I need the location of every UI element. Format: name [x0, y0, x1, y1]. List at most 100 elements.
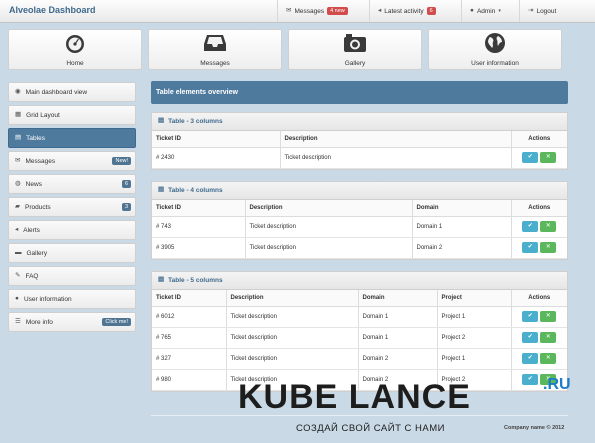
table-row: # 765 Ticket description Domain 1 Projec…: [152, 327, 567, 349]
logout-link[interactable]: ⇥ Logout: [519, 0, 572, 22]
check-icon[interactable]: ✔: [522, 221, 539, 232]
main-content: Table elements overview ▤ Table - 3 colu…: [151, 81, 568, 392]
close-icon[interactable]: ✕: [540, 221, 557, 232]
check-icon[interactable]: ✔: [522, 311, 539, 322]
sidebar-item-faq[interactable]: ✎ FAQ: [8, 266, 136, 286]
watermark-tagline: СОЗДАЙ СВОЙ САЙТ С НАМИ: [296, 423, 445, 434]
table-box-header: ▤ Table - 4 columns: [152, 182, 567, 200]
column-header: Project: [437, 290, 512, 307]
sidebar-item-label: Grid Layout: [26, 111, 60, 119]
logout-icon: ⇥: [528, 6, 534, 14]
actions-cell: ✔ ✕: [511, 327, 567, 349]
sidebar-item-tables[interactable]: ▤ Tables: [8, 128, 136, 148]
sidebar-item-products[interactable]: ▰ Products 3: [8, 197, 136, 217]
speedometer-icon: [9, 32, 141, 54]
sidebar-item-user-information[interactable]: ● User information: [8, 289, 136, 309]
column-header: Description: [226, 290, 359, 307]
quick-gallery[interactable]: Gallery: [288, 29, 422, 70]
sidebar-item-gallery[interactable]: ▬ Gallery: [8, 243, 136, 263]
sidebar-item-label: Alerts: [23, 226, 40, 234]
table-icon: ▤: [158, 117, 165, 125]
sidebar-item-messages[interactable]: ✉ Messages New!: [8, 151, 136, 171]
domain-cell: Domain 2: [412, 237, 512, 259]
project-cell: Project 1: [437, 348, 512, 370]
quick-messages[interactable]: Messages: [148, 29, 282, 70]
description-cell: Ticket description: [245, 237, 413, 259]
data-table: Ticket ID Description Domain Actions # 7…: [152, 200, 567, 259]
close-icon[interactable]: ✕: [540, 152, 557, 163]
table-box-header: ▤ Table - 5 columns: [152, 272, 567, 290]
ticket-id-cell: # 743: [152, 216, 246, 238]
quick-user-information-label: User information: [471, 60, 519, 67]
sidebar-item-label: Messages: [25, 157, 56, 165]
messages-label: Messages: [294, 7, 325, 15]
sidebar-item-news[interactable]: ◍ News 6: [8, 174, 136, 194]
quick-gallery-label: Gallery: [344, 60, 366, 67]
close-icon[interactable]: ✕: [540, 332, 557, 343]
column-header: Domain: [358, 290, 438, 307]
globe-icon: [429, 32, 561, 54]
column-header: Ticket ID: [152, 290, 227, 307]
messages-badge: 4 new: [327, 7, 348, 15]
admin-dropdown[interactable]: ● Admin ▾: [461, 0, 519, 22]
logout-label: Logout: [536, 7, 557, 15]
latest-activity-link[interactable]: ◂ Latest activity 6: [369, 0, 461, 22]
domain-cell: Domain 1: [358, 327, 438, 349]
quick-user-information[interactable]: User information: [428, 29, 562, 70]
check-icon[interactable]: ✔: [522, 152, 539, 163]
table-row: # 327 Ticket description Domain 2 Projec…: [152, 348, 567, 370]
sidebar-item-label: User information: [23, 295, 72, 303]
activity-badge: 6: [426, 7, 436, 15]
sidebar-item-alerts[interactable]: ◂ Alerts: [8, 220, 136, 240]
actions-cell: ✔ ✕: [511, 348, 567, 370]
camera-icon: [289, 32, 421, 54]
table-row: # 2430 Ticket description ✔ ✕: [152, 147, 567, 169]
column-header: Actions: [511, 290, 567, 307]
check-icon[interactable]: ✔: [522, 332, 539, 343]
bullhorn-icon: ◂: [15, 225, 19, 233]
data-table: Ticket ID Description Domain Project Act…: [152, 290, 567, 391]
column-header: Description: [245, 200, 413, 217]
wrench-icon: ✎: [15, 271, 21, 279]
sidebar-badge: 6: [121, 180, 131, 188]
sidebar-item-label: Products: [25, 203, 51, 211]
sidebar-item-label: More info: [25, 318, 53, 326]
sidebar-item-more-info[interactable]: ☰ More info Click me!: [8, 312, 136, 332]
actions-cell: ✔ ✕: [511, 237, 567, 259]
ticket-id-cell: # 327: [152, 348, 227, 370]
grid-icon: ▦: [15, 110, 22, 118]
description-cell: Ticket description: [226, 306, 359, 328]
globe-icon: ◍: [15, 179, 21, 187]
sidebar-badge: New!: [112, 157, 131, 165]
column-header: Actions: [511, 131, 567, 148]
check-icon[interactable]: ✔: [522, 353, 539, 364]
table-box-4-columns: ▤ Table - 4 columns Ticket ID Descriptio…: [151, 181, 568, 260]
check-icon[interactable]: ✔: [522, 242, 539, 253]
messages-link[interactable]: ✉ Messages 4 new: [277, 0, 369, 22]
column-header: Ticket ID: [152, 131, 281, 148]
close-icon[interactable]: ✕: [540, 242, 557, 253]
quick-home[interactable]: Home: [8, 29, 142, 70]
user-icon: ●: [15, 294, 19, 302]
sidebar-badge: 3: [121, 203, 131, 211]
sidebar-item-grid-layout[interactable]: ▦ Grid Layout: [8, 105, 136, 125]
actions-cell: ✔ ✕: [511, 147, 567, 169]
megaphone-icon: ◂: [378, 6, 382, 14]
table-row: # 6012 Ticket description Domain 1 Proje…: [152, 306, 567, 328]
app-title[interactable]: Alveolae Dashboard: [9, 5, 96, 15]
sidebar-item-label: Main dashboard view: [25, 88, 88, 96]
comment-icon: ✉: [286, 6, 292, 14]
description-cell: Ticket description: [226, 348, 359, 370]
sidebar-item-main-dashboard[interactable]: ◉ Main dashboard view: [8, 82, 136, 102]
table-box-title: Table - 4 columns: [168, 187, 223, 194]
domain-cell: Domain 1: [358, 306, 438, 328]
domain-cell: Domain 1: [412, 216, 512, 238]
close-icon[interactable]: ✕: [540, 353, 557, 364]
actions-cell: ✔ ✕: [511, 306, 567, 328]
user-icon: ●: [470, 6, 474, 14]
actions-cell: ✔ ✕: [511, 216, 567, 238]
description-cell: Ticket description: [280, 147, 512, 169]
table-box-5-columns: ▤ Table - 5 columns Ticket ID Descriptio…: [151, 271, 568, 392]
table-box-3-columns: ▤ Table - 3 columns Ticket ID Descriptio…: [151, 112, 568, 170]
close-icon[interactable]: ✕: [540, 311, 557, 322]
